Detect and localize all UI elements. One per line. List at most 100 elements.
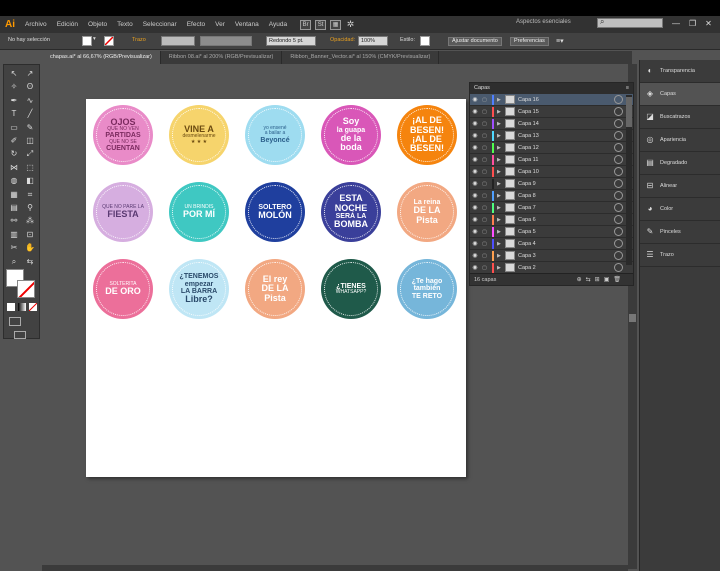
layer-row[interactable]: ◉ ▢ ▶ Capa 3 (470, 250, 633, 262)
stock-icon[interactable]: St (315, 19, 327, 30)
arrange-documents-icon[interactable]: ▦ (330, 19, 342, 30)
tab-ribbon-banner[interactable]: Ribbon_Banner_Vector.ai* al 150% (CMYK/P… (282, 51, 440, 64)
expand-arrow-icon[interactable]: ▶ (497, 181, 505, 187)
layer-target-icon[interactable] (614, 203, 623, 212)
expand-arrow-icon[interactable]: ▶ (497, 217, 505, 223)
rotate-tool-icon[interactable]: ↻ (7, 148, 21, 160)
expand-arrow-icon[interactable]: ▶ (497, 109, 505, 115)
symbol-sprayer-icon[interactable]: ⁂ (23, 215, 37, 227)
badge-14[interactable]: ¿TIENES WHATSAPP? (321, 259, 381, 319)
eraser-icon[interactable]: ◫ (23, 135, 37, 147)
color-mode-icon[interactable] (7, 303, 15, 311)
layer-row[interactable]: ◉ ▢ ▶ Capa 6 (470, 214, 633, 226)
search-input[interactable] (597, 18, 663, 28)
width-tool-icon[interactable]: ⋈ (7, 162, 21, 174)
style-swatch[interactable] (420, 36, 430, 46)
lock-toggle-icon[interactable]: ▢ (480, 97, 489, 103)
expand-arrow-icon[interactable]: ▶ (497, 169, 505, 175)
badge-1[interactable]: OJOS QUE NO VEN PARTIDAS QUE NO SE CUENTAN (93, 105, 153, 165)
layer-name[interactable]: Capa 15 (518, 109, 614, 115)
paintbrush-icon[interactable]: ✎ (23, 122, 37, 134)
lock-toggle-icon[interactable]: ▢ (480, 205, 489, 211)
layer-name[interactable]: Capa 9 (518, 181, 614, 187)
badge-2[interactable]: VINE Adesmelenarme ★ ★ ★ (169, 105, 229, 165)
tab-ribbon-08[interactable]: Ribbon 08.ai* al 200% (RGB/Previsualizar… (161, 51, 283, 64)
layer-row[interactable]: ◉ ▢ ▶ Capa 13 (470, 130, 633, 142)
badge-10[interactable]: La reina DE LA Pista (397, 182, 457, 242)
panel-tab-color[interactable]: ◕ Color (640, 198, 720, 221)
layer-row[interactable]: ◉ ▢ ▶ Capa 9 (470, 178, 633, 190)
zoom-tool-icon[interactable]: ⌕ (7, 256, 21, 268)
gradient-mode-icon[interactable] (18, 303, 26, 311)
workspace-switcher[interactable]: Aspectos esenciales (516, 19, 571, 25)
pen-tool-icon[interactable]: ✒ (7, 95, 21, 107)
layer-name[interactable]: Capa 7 (518, 205, 614, 211)
layer-row[interactable]: ◉ ▢ ▶ Capa 16 (470, 94, 633, 106)
expand-arrow-icon[interactable]: ▶ (497, 133, 505, 139)
layer-name[interactable]: Capa 13 (518, 133, 614, 139)
layer-target-icon[interactable] (614, 227, 623, 236)
lock-toggle-icon[interactable]: ▢ (480, 193, 489, 199)
fill-swatch[interactable] (82, 36, 92, 46)
hand-tool-icon[interactable]: ✋ (23, 242, 37, 254)
layer-target-icon[interactable] (614, 131, 623, 140)
swap-icon[interactable]: ⇆ (23, 256, 37, 268)
none-mode-icon[interactable] (29, 303, 37, 311)
layer-target-icon[interactable] (614, 119, 623, 128)
layer-target-icon[interactable] (614, 251, 623, 260)
lock-toggle-icon[interactable]: ▢ (480, 181, 489, 187)
eyedropper-icon[interactable]: ⚲ (23, 202, 37, 214)
screen-mode-icon[interactable] (14, 331, 26, 339)
eye-icon[interactable]: ◉ (470, 204, 480, 211)
minimize-icon[interactable]: — (672, 19, 680, 28)
chevron-down-icon[interactable]: ▾ (93, 36, 96, 42)
panel-tab-buscatrazos[interactable]: ◪ Buscatrazos (640, 106, 720, 129)
layer-target-icon[interactable] (614, 167, 623, 176)
layer-row[interactable]: ◉ ▢ ▶ Capa 14 (470, 118, 633, 130)
stroke-weight-field[interactable] (161, 36, 195, 46)
rectangle-tool-icon[interactable]: ▭ (7, 122, 21, 134)
layer-row[interactable]: ◉ ▢ ▶ Capa 12 (470, 142, 633, 154)
layer-target-icon[interactable] (614, 107, 623, 116)
layer-name[interactable]: Capa 3 (518, 253, 614, 259)
lock-toggle-icon[interactable]: ▢ (480, 217, 489, 223)
eye-icon[interactable]: ◉ (470, 192, 480, 199)
tab-chapas[interactable]: chapas.ai* al 66,67% (RGB/Previsualizar) (42, 51, 161, 64)
layer-name[interactable]: Capa 11 (518, 157, 614, 163)
layer-target-icon[interactable] (614, 143, 623, 152)
mesh-tool-icon[interactable]: ⌗ (23, 189, 37, 201)
document-setup-button[interactable]: Ajustar documento (448, 37, 502, 46)
opacity-label[interactable]: Opacidad: (330, 37, 355, 43)
layer-target-icon[interactable] (614, 179, 623, 188)
panel-tab-capas[interactable]: ◈ Capas (640, 83, 720, 106)
layer-target-icon[interactable] (614, 155, 623, 164)
panel-menu-icon[interactable]: ≡ (626, 85, 629, 92)
close-icon[interactable]: ✕ (705, 19, 712, 28)
badge-8[interactable]: SOLTERO MOLÓN (245, 182, 305, 242)
layer-row[interactable]: ◉ ▢ ▶ Capa 4 (470, 238, 633, 250)
layer-row[interactable]: ◉ ▢ ▶ Capa 10 (470, 166, 633, 178)
layer-name[interactable]: Capa 4 (518, 241, 614, 247)
expand-arrow-icon[interactable]: ▶ (497, 145, 505, 151)
badge-13[interactable]: El rey DE LA Pista (245, 259, 305, 319)
magic-wand-icon[interactable]: ✧ (7, 81, 21, 93)
layer-target-icon[interactable] (614, 215, 623, 224)
brush-select[interactable]: Redondo 5 pt. (266, 36, 316, 46)
live-paint-icon[interactable]: ◧ (23, 175, 37, 187)
layer-row[interactable]: ◉ ▢ ▶ Capa 8 (470, 190, 633, 202)
badge-11[interactable]: SOLTERITA DE ORO (93, 259, 153, 319)
layer-name[interactable]: Capa 8 (518, 193, 614, 199)
layer-target-icon[interactable] (614, 263, 623, 272)
type-tool-icon[interactable]: T (7, 108, 21, 120)
badge-7[interactable]: UN BRINDIS POR MÍ (169, 182, 229, 242)
layer-row[interactable]: ◉ ▢ ▶ Capa 5 (470, 226, 633, 238)
eye-icon[interactable]: ◉ (470, 252, 480, 259)
scale-tool-icon[interactable]: ⤢ (23, 148, 37, 160)
gpu-icon[interactable]: ✲ (345, 19, 356, 30)
expand-arrow-icon[interactable]: ▶ (497, 253, 505, 259)
eye-icon[interactable]: ◉ (470, 156, 480, 163)
badge-12[interactable]: ¿TENEMOS empezar LA BARRA Libre? (169, 259, 229, 319)
layer-name[interactable]: Capa 6 (518, 217, 614, 223)
lock-toggle-icon[interactable]: ▢ (480, 157, 489, 163)
preferences-button[interactable]: Preferencias (510, 37, 549, 46)
